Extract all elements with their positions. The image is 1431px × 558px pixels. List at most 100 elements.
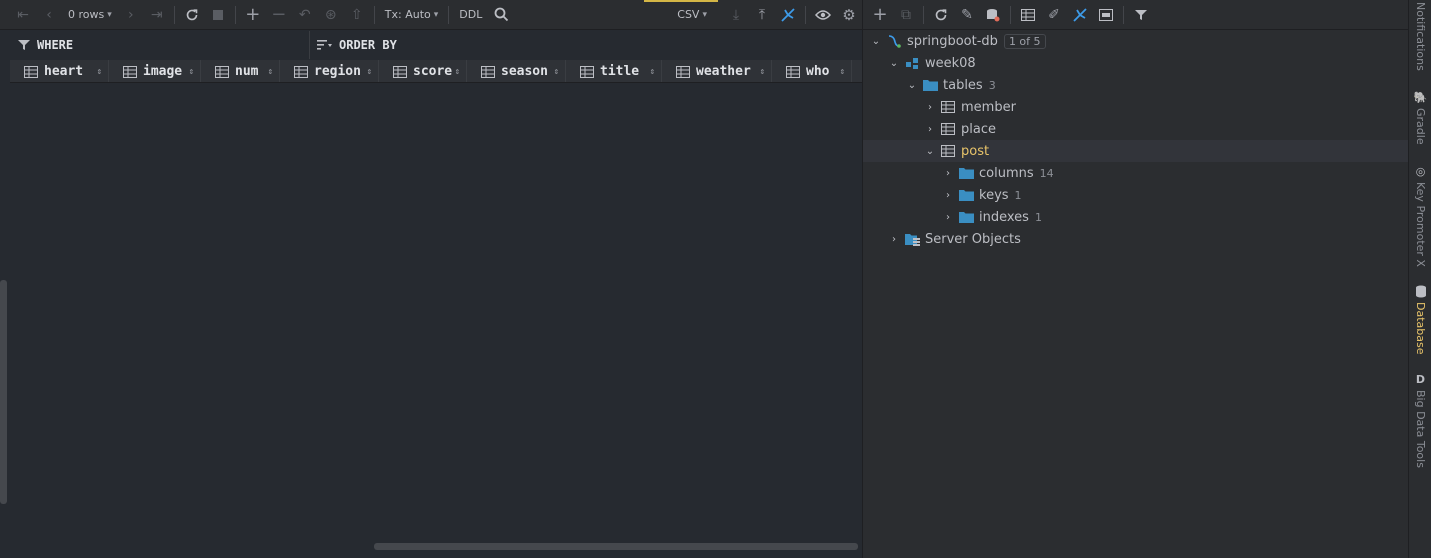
rows-count-dropdown[interactable]: 0 rows ▾ — [62, 8, 118, 21]
tree-node-server-objects[interactable]: › Server Objects — [863, 228, 1408, 250]
query-console-icon[interactable] — [1093, 2, 1119, 28]
submit-icon[interactable]: ⇧ — [344, 2, 370, 28]
column-header-label: weather — [696, 64, 751, 79]
folder-label: keys — [979, 187, 1009, 203]
search-icon[interactable] — [488, 2, 514, 28]
tree-node-table-post[interactable]: ⌄ post — [863, 140, 1408, 162]
chevron-right-icon[interactable]: › — [921, 124, 939, 135]
tree-node-datasource[interactable]: ⌄ springboot-db 1 of 5 — [863, 30, 1408, 52]
horizontal-scrollbar[interactable] — [374, 543, 858, 550]
column-icon — [123, 65, 137, 78]
column-header-region[interactable]: region ⇕ — [280, 60, 379, 82]
chevron-down-icon[interactable]: ⌄ — [885, 58, 903, 69]
delete-row-icon[interactable]: − — [266, 2, 292, 28]
gear-icon[interactable]: ⚙ — [836, 2, 862, 28]
sort-toggle-icon[interactable]: ⇕ — [455, 67, 460, 77]
tables-count: 3 — [988, 78, 996, 92]
column-header-weather[interactable]: weather ⇕ — [662, 60, 772, 82]
compare-icon[interactable] — [1067, 2, 1093, 28]
chevron-down-icon[interactable]: ⌄ — [867, 36, 885, 47]
chevron-right-icon[interactable]: › — [921, 102, 939, 113]
tree-node-keys[interactable]: › keys 1 — [863, 184, 1408, 206]
sort-toggle-icon[interactable]: ⇕ — [97, 67, 102, 77]
filter-icon[interactable] — [1128, 2, 1154, 28]
key-promoter-label: Key Promoter X — [1414, 182, 1427, 267]
ddl-button[interactable]: DDL — [453, 8, 488, 21]
schema-settings-icon[interactable]: ✎ — [954, 2, 980, 28]
tree-node-schema[interactable]: ⌄ week08 — [863, 52, 1408, 74]
column-header-season[interactable]: season ⇕ — [467, 60, 566, 82]
column-header-title[interactable]: title ⇕ — [566, 60, 662, 82]
orderby-field[interactable]: ORDER BY — [310, 31, 862, 59]
chevron-down-icon[interactable]: ⌄ — [921, 146, 939, 157]
toolbar-divider — [1123, 5, 1124, 24]
chevron-right-icon[interactable]: › — [939, 212, 957, 223]
compare-icon[interactable] — [775, 2, 801, 28]
database-tool-button[interactable]: Database — [1409, 284, 1431, 355]
stop-icon[interactable] — [205, 2, 231, 28]
sort-toggle-icon[interactable]: ⇕ — [268, 67, 273, 77]
tree-node-table-place[interactable]: › place — [863, 118, 1408, 140]
refresh-icon[interactable] — [928, 2, 954, 28]
notifications-label: Notifications — [1414, 2, 1427, 71]
sort-toggle-icon[interactable]: ⇕ — [554, 67, 559, 77]
add-icon[interactable]: + — [867, 2, 893, 28]
last-page-icon[interactable]: ⇥ — [144, 2, 170, 28]
key-promoter-icon: ◎ — [1415, 164, 1426, 178]
eye-icon[interactable] — [810, 2, 836, 28]
copy-icon[interactable]: ⧉ — [893, 2, 919, 28]
sort-toggle-icon[interactable]: ⇕ — [189, 67, 194, 77]
datasource-icon[interactable] — [980, 2, 1006, 28]
table-label: member — [961, 99, 1016, 115]
gradle-label: Gradle — [1414, 108, 1427, 145]
where-filter-field[interactable]: WHERE — [10, 31, 310, 59]
column-header-image[interactable]: image ⇕ — [109, 60, 201, 82]
rows-count-label: 0 rows — [68, 8, 105, 21]
chevron-right-icon[interactable]: › — [939, 190, 957, 201]
first-page-icon[interactable]: ⇤ — [10, 2, 36, 28]
edit-icon[interactable]: ✐ — [1041, 2, 1067, 28]
column-header-num[interactable]: num ⇕ — [201, 60, 280, 82]
big-data-tools-button[interactable]: D Big Data Tools — [1409, 372, 1431, 468]
sort-toggle-icon[interactable]: ⇕ — [367, 67, 372, 77]
database-explorer-pane: + ⧉ ✎ ✐ ⌄ springboot-db 1 of 5 ⌄ week08 … — [862, 0, 1408, 558]
big-data-tools-icon: D — [1415, 372, 1426, 386]
tree-node-columns[interactable]: › columns 14 — [863, 162, 1408, 184]
column-icon — [294, 65, 308, 78]
preview-changes-icon[interactable]: ⊛ — [318, 2, 344, 28]
tree-node-indexes[interactable]: › indexes 1 — [863, 206, 1408, 228]
upload-icon[interactable]: ⤒ — [749, 2, 775, 28]
export-format-dropdown[interactable]: CSV ▾ — [671, 8, 713, 21]
sort-toggle-icon[interactable]: ⇕ — [760, 67, 765, 77]
export-format-label: CSV — [677, 8, 700, 21]
chevron-right-icon[interactable]: › — [939, 168, 957, 179]
column-header-heart[interactable]: heart ⇕ — [10, 60, 109, 82]
table-icon[interactable] — [1015, 2, 1041, 28]
sort-toggle-icon[interactable]: ⇕ — [650, 67, 655, 77]
refresh-icon[interactable] — [179, 2, 205, 28]
notifications-tool-button[interactable]: Notifications — [1409, 2, 1431, 71]
chevron-right-icon[interactable]: › — [885, 234, 903, 245]
next-page-icon[interactable]: › — [118, 2, 144, 28]
gradle-tool-button[interactable]: 🐘 Gradle — [1409, 90, 1431, 145]
folder-count: 1 — [1034, 210, 1042, 224]
column-header-who[interactable]: who ⇕ — [772, 60, 852, 82]
sort-toggle-icon[interactable]: ⇕ — [840, 67, 845, 77]
previous-page-icon[interactable]: ‹ — [36, 2, 62, 28]
vertical-scrollbar[interactable] — [0, 280, 7, 504]
revert-icon[interactable]: ↶ — [292, 2, 318, 28]
tree-node-table-member[interactable]: › member — [863, 96, 1408, 118]
transaction-mode-dropdown[interactable]: Tx: Auto ▾ — [379, 8, 445, 21]
add-row-icon[interactable]: + — [240, 2, 266, 28]
column-icon — [215, 65, 229, 78]
chevron-down-icon[interactable]: ⌄ — [903, 80, 921, 91]
key-promoter-tool-button[interactable]: ◎ Key Promoter X — [1409, 164, 1431, 267]
download-icon[interactable]: ⤓ — [723, 2, 749, 28]
tree-node-tables[interactable]: ⌄ tables 3 — [863, 74, 1408, 96]
table-icon — [939, 121, 957, 137]
toolbar-divider — [373, 5, 375, 24]
folder-icon — [957, 187, 975, 203]
column-header-score[interactable]: score ⇕ — [379, 60, 467, 82]
table-icon — [939, 143, 957, 159]
column-icon — [580, 65, 594, 78]
